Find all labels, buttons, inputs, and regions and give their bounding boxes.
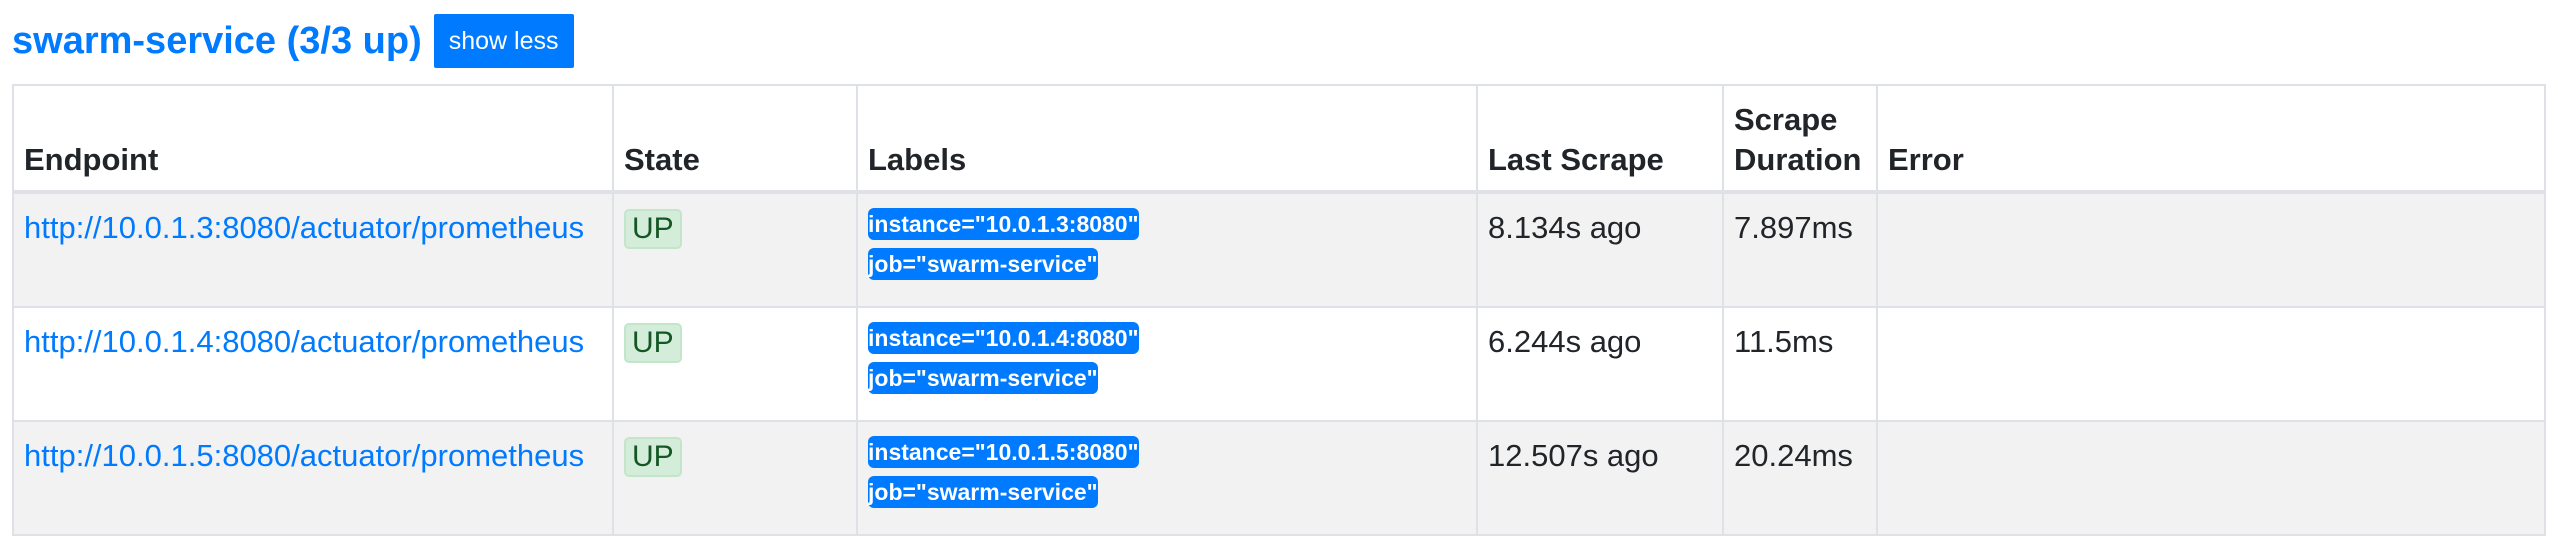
endpoint-cell: http://10.0.1.5:8080/actuator/prometheus: [12, 420, 614, 536]
column-header-last-scrape: Last Scrape: [1476, 84, 1724, 194]
label-badge-instance: instance="10.0.1.3:8080": [868, 208, 1139, 240]
state-cell: UP: [612, 306, 858, 422]
scrape-duration-cell: 11.5ms: [1722, 306, 1878, 422]
last-scrape-cell: 8.134s ago: [1476, 191, 1724, 308]
endpoint-link[interactable]: http://10.0.1.4:8080/actuator/prometheus: [24, 324, 584, 359]
column-header-scrape-duration: Scrape Duration: [1722, 84, 1878, 194]
error-cell: [1876, 191, 2546, 308]
label-badge-job: job="swarm-service": [868, 248, 1098, 280]
endpoint-link[interactable]: http://10.0.1.3:8080/actuator/prometheus: [24, 210, 584, 245]
state-cell: UP: [612, 191, 858, 308]
column-header-endpoint: Endpoint: [12, 84, 614, 194]
state-badge: UP: [624, 209, 682, 249]
last-scrape-cell: 6.244s ago: [1476, 306, 1724, 422]
label-badge-instance: instance="10.0.1.4:8080": [868, 322, 1139, 354]
state-badge: UP: [624, 323, 682, 363]
targets-table: Endpoint State Labels Last Scrape Scrape…: [12, 84, 2546, 536]
label-badge-job: job="swarm-service": [868, 476, 1098, 508]
table-header-row: Endpoint State Labels Last Scrape Scrape…: [12, 84, 2546, 194]
error-cell: [1876, 306, 2546, 422]
column-header-error: Error: [1876, 84, 2546, 194]
label-badge-job: job="swarm-service": [868, 362, 1098, 394]
labels-cell: instance="10.0.1.3:8080" job="swarm-serv…: [856, 191, 1478, 308]
endpoint-cell: http://10.0.1.4:8080/actuator/prometheus: [12, 306, 614, 422]
labels-cell: instance="10.0.1.4:8080" job="swarm-serv…: [856, 306, 1478, 422]
state-cell: UP: [612, 420, 858, 536]
table-row: http://10.0.1.3:8080/actuator/prometheus…: [12, 191, 2546, 308]
endpoint-cell: http://10.0.1.3:8080/actuator/prometheus: [12, 191, 614, 308]
endpoint-link[interactable]: http://10.0.1.5:8080/actuator/prometheus: [24, 438, 584, 473]
section-header: swarm-service (3/3 up) show less: [12, 14, 574, 68]
state-badge: UP: [624, 437, 682, 477]
scrape-duration-cell: 7.897ms: [1722, 191, 1878, 308]
labels-cell: instance="10.0.1.5:8080" job="swarm-serv…: [856, 420, 1478, 536]
show-less-button[interactable]: show less: [433, 14, 574, 68]
error-cell: [1876, 420, 2546, 536]
column-header-labels: Labels: [856, 84, 1478, 194]
last-scrape-cell: 12.507s ago: [1476, 420, 1724, 536]
table-row: http://10.0.1.5:8080/actuator/prometheus…: [12, 420, 2546, 536]
label-badge-instance: instance="10.0.1.5:8080": [868, 436, 1139, 468]
column-header-state: State: [612, 84, 858, 194]
scrape-duration-cell: 20.24ms: [1722, 420, 1878, 536]
table-row: http://10.0.1.4:8080/actuator/prometheus…: [12, 306, 2546, 422]
section-title[interactable]: swarm-service (3/3 up): [12, 14, 422, 68]
